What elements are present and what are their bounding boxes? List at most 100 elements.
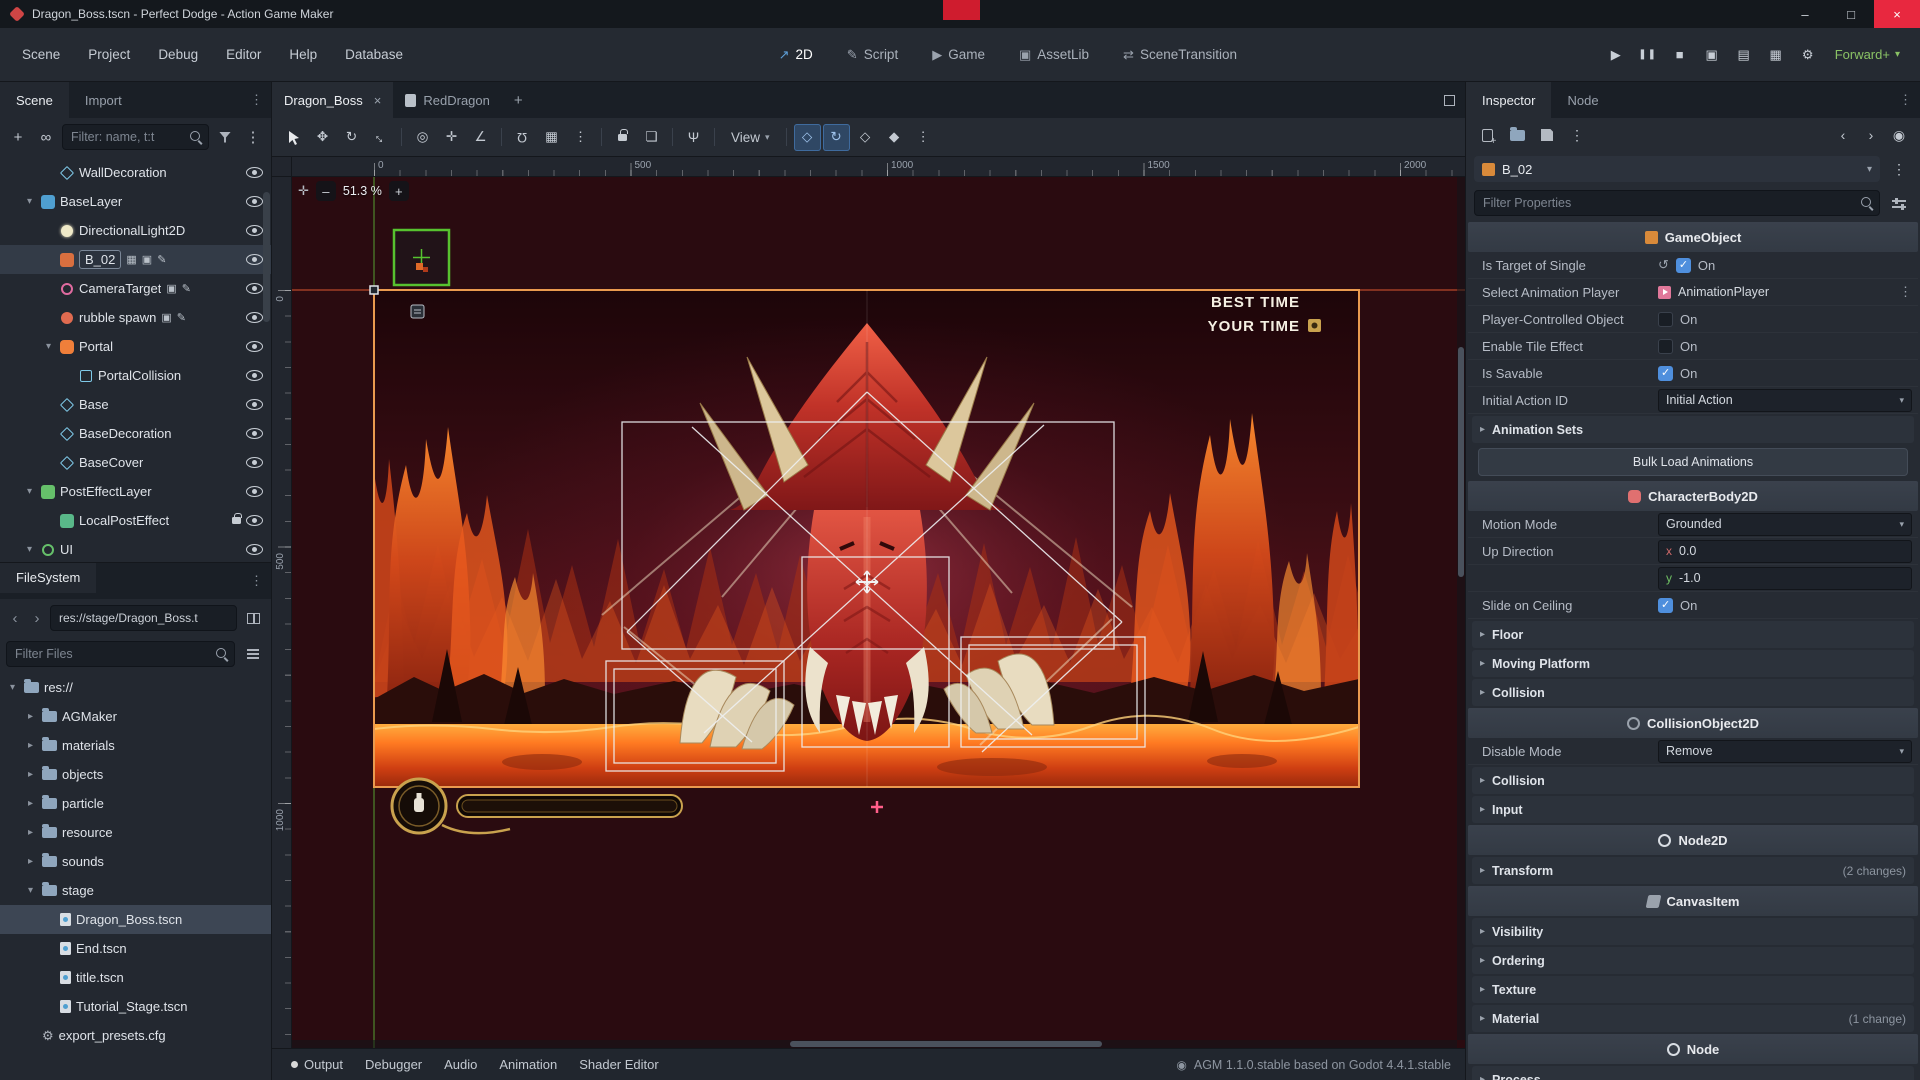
selected-object-gizmo[interactable] xyxy=(394,230,449,285)
play-button[interactable]: ▶ xyxy=(1601,41,1631,69)
visibility-toggle-icon[interactable] xyxy=(246,370,263,381)
rotate-tool-button[interactable]: ↻ xyxy=(338,124,365,151)
scene-node-cameratarget[interactable]: CameraTarget▣✎ xyxy=(0,274,271,303)
revert-icon[interactable]: ↺ xyxy=(1658,257,1669,273)
visibility-toggle-icon[interactable] xyxy=(246,312,263,323)
expand-arrow-icon[interactable]: ▸ xyxy=(24,711,37,722)
checkbox[interactable] xyxy=(1658,312,1673,327)
property-tools-button[interactable] xyxy=(1886,190,1912,216)
filesystem-menu-icon[interactable]: ⋮ xyxy=(242,563,271,599)
expand-arrow-icon[interactable]: ▾ xyxy=(23,486,36,497)
file-end-tscn[interactable]: End.tscn xyxy=(0,934,271,963)
scene-tree-scrollbar[interactable] xyxy=(263,192,270,322)
key-rotation-toggle[interactable]: ↻ xyxy=(823,124,850,151)
filter-options-button[interactable] xyxy=(213,125,237,149)
expand-arrow-icon[interactable]: ▾ xyxy=(24,885,37,896)
visibility-toggle-icon[interactable] xyxy=(246,515,263,526)
group-animation-sets[interactable]: ▸Animation Sets xyxy=(1472,416,1914,443)
move-tool-button[interactable]: ✥ xyxy=(309,124,336,151)
checkbox[interactable] xyxy=(1658,598,1673,613)
checkbox[interactable] xyxy=(1658,339,1673,354)
animation-key-options-button[interactable]: ⋮ xyxy=(910,124,937,151)
ruler-corner[interactable] xyxy=(272,157,292,177)
group-input[interactable]: ▸Input xyxy=(1472,796,1914,823)
object-options-button[interactable]: ⋮ xyxy=(1886,156,1912,182)
scene-node-portalcollision[interactable]: PortalCollision xyxy=(0,361,271,390)
dock-menu-icon[interactable]: ⋮ xyxy=(242,82,271,118)
tab-scene[interactable]: Scene xyxy=(0,82,69,118)
bottom-panel-output[interactable]: Output xyxy=(280,1049,354,1080)
expand-arrow-icon[interactable]: ▸ xyxy=(24,740,37,751)
history-forward-button[interactable]: › xyxy=(1858,122,1884,148)
bottom-panel-animation[interactable]: Animation xyxy=(488,1049,568,1080)
menu-project[interactable]: Project xyxy=(76,41,142,68)
file-materials[interactable]: ▸materials xyxy=(0,731,271,760)
vector-y-field[interactable]: y-1.0 xyxy=(1658,567,1912,590)
load-resource-button[interactable] xyxy=(1504,122,1530,148)
checkbox[interactable] xyxy=(1658,366,1673,381)
badge-script-icon[interactable]: ✎ xyxy=(157,253,166,266)
pan-tool-button[interactable]: ✛ xyxy=(438,124,465,151)
file-particle[interactable]: ▸particle xyxy=(0,789,271,818)
canvas-area[interactable]: BEST TIME YOUR TIME xyxy=(292,177,1465,1048)
scene-node-basecover[interactable]: BaseCover xyxy=(0,448,271,477)
scene-tab-reddragon[interactable]: RedDragon xyxy=(393,82,502,118)
expand-arrow-icon[interactable]: ▾ xyxy=(42,341,55,352)
visibility-toggle-icon[interactable] xyxy=(246,283,263,294)
bottom-panel-debugger[interactable]: Debugger xyxy=(354,1049,433,1080)
bottom-panel-shader-editor[interactable]: Shader Editor xyxy=(568,1049,670,1080)
sort-files-button[interactable] xyxy=(241,642,265,666)
breadcrumb[interactable]: res://stage/Dragon_Boss.t xyxy=(50,605,237,631)
scene-node-posteffectlayer[interactable]: ▾PostEffectLayer xyxy=(0,477,271,506)
movie-maker-button[interactable]: ▦ xyxy=(1761,41,1791,69)
pivot-tool-button[interactable]: ◎ xyxy=(409,124,436,151)
group-floor[interactable]: ▸Floor xyxy=(1472,621,1914,648)
hscroll-thumb[interactable] xyxy=(790,1041,1102,1047)
visibility-toggle-icon[interactable] xyxy=(246,196,263,207)
expand-viewport-icon[interactable] xyxy=(1444,95,1455,106)
bulk-load-animations-button[interactable]: Bulk Load Animations xyxy=(1478,448,1908,476)
pin-inspector-button[interactable]: ◉ xyxy=(1886,122,1912,148)
dock-menu-icon[interactable]: ⋮ xyxy=(1891,82,1920,118)
zoom-out-button[interactable]: – xyxy=(316,181,336,201)
key-position-toggle[interactable]: ◇ xyxy=(794,124,821,151)
file-sounds[interactable]: ▸sounds xyxy=(0,847,271,876)
new-resource-button[interactable] xyxy=(1474,122,1500,148)
file-filter-input[interactable] xyxy=(6,641,235,667)
editor-scenetransition-button[interactable]: ⇄SceneTransition xyxy=(1111,41,1249,69)
scene-dock-menu-button[interactable]: ⋮ xyxy=(241,125,265,149)
object-selector-dropdown[interactable]: B_02 ▾ xyxy=(1474,156,1880,182)
zoom-level[interactable]: 51.3 % xyxy=(343,184,382,198)
close-tab-icon[interactable]: × xyxy=(374,93,382,108)
scene-node-portal[interactable]: ▾Portal xyxy=(0,332,271,361)
resource-options-icon[interactable]: ⋮ xyxy=(1899,284,1912,300)
renderer-dropdown[interactable]: Forward+ ▾ xyxy=(1825,43,1910,66)
group-ordering[interactable]: ▸Ordering xyxy=(1472,947,1914,974)
save-resource-button[interactable] xyxy=(1534,122,1560,148)
smart-snap-button[interactable]: Ω xyxy=(509,124,536,151)
badge-film-icon[interactable]: ▣ xyxy=(166,282,176,295)
file-tutorial-stage-tscn[interactable]: Tutorial_Stage.tscn xyxy=(0,992,271,1021)
bottom-panel-audio[interactable]: Audio xyxy=(433,1049,488,1080)
origin-handle[interactable] xyxy=(370,286,378,294)
group-visibility[interactable]: ▸Visibility xyxy=(1472,918,1914,945)
expand-arrow-icon[interactable]: ▸ xyxy=(24,769,37,780)
visibility-toggle-icon[interactable] xyxy=(246,486,263,497)
select-tool-button[interactable] xyxy=(280,124,307,151)
key-scale-toggle[interactable]: ◇ xyxy=(852,124,879,151)
group-collision[interactable]: ▸Collision xyxy=(1472,679,1914,706)
scene-node-localposteffect[interactable]: LocalPostEffect xyxy=(0,506,271,535)
menu-scene[interactable]: Scene xyxy=(10,41,72,68)
tab-node[interactable]: Node xyxy=(1551,82,1614,118)
editor-game-button[interactable]: ▶Game xyxy=(920,41,997,69)
pause-button[interactable]: ❚❚ xyxy=(1633,41,1663,69)
menu-debug[interactable]: Debug xyxy=(146,41,210,68)
instantiate-scene-button[interactable]: ∞ xyxy=(34,125,58,149)
badge-film-icon[interactable]: ▣ xyxy=(161,311,171,324)
group-moving-platform[interactable]: ▸Moving Platform xyxy=(1472,650,1914,677)
history-back-button[interactable]: ‹ xyxy=(6,606,24,630)
group-collision[interactable]: ▸Collision xyxy=(1472,767,1914,794)
visibility-toggle-icon[interactable] xyxy=(246,457,263,468)
property-filter-input[interactable] xyxy=(1474,190,1880,216)
visibility-toggle-icon[interactable] xyxy=(246,225,263,236)
